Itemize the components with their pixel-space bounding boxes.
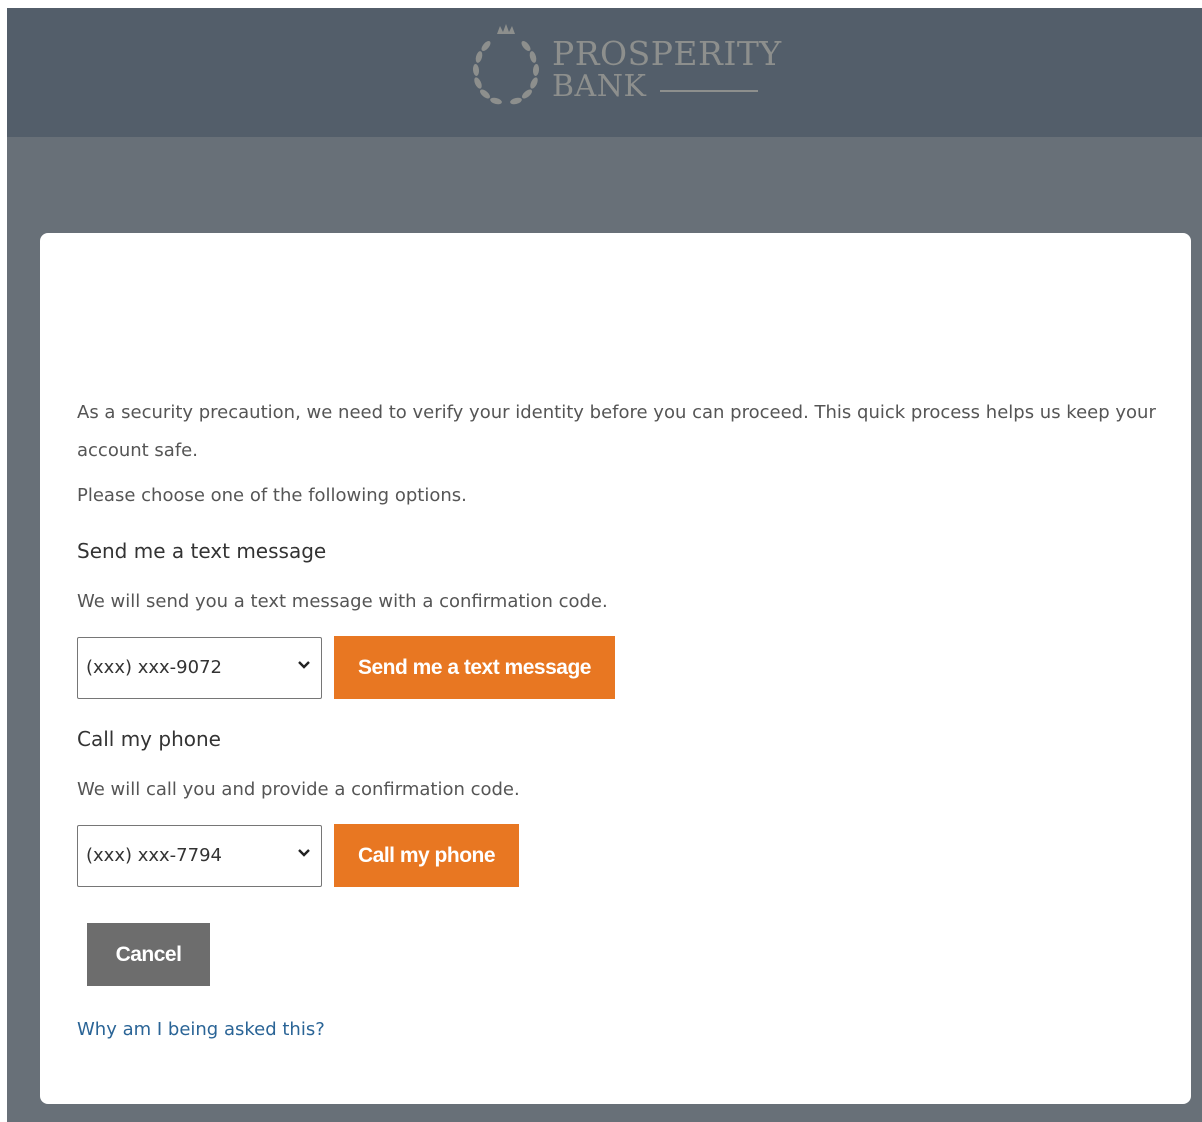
logo-rule: [660, 90, 758, 92]
call-phone-button[interactable]: Call my phone: [334, 824, 520, 887]
chevron-down-icon: [298, 849, 310, 857]
call-phone-select-value: (xxx) xxx-7794: [86, 845, 222, 866]
text-phone-select[interactable]: (xxx) xxx-9072: [77, 637, 322, 699]
laurel-wreath-crown-icon: [472, 24, 540, 105]
call-option-title: Call my phone: [77, 727, 221, 751]
call-option-description: We will call you and provide a confirmat…: [77, 779, 520, 800]
choose-instruction: Please choose one of the following optio…: [77, 485, 467, 506]
text-option-description: We will send you a text message with a c…: [77, 591, 608, 612]
logo-text-line2: BANK: [552, 69, 647, 104]
site-header: PROSPERITY BANK: [7, 8, 1202, 137]
text-option-title: Send me a text message: [77, 539, 327, 563]
why-asked-link[interactable]: Why am I being asked this?: [77, 1019, 325, 1040]
send-text-button[interactable]: Send me a text message: [334, 636, 615, 699]
cancel-button[interactable]: Cancel: [87, 923, 210, 986]
text-phone-select-value: (xxx) xxx-9072: [86, 657, 222, 678]
page-background: PROSPERITY BANK As a security precaution…: [7, 8, 1202, 1122]
chevron-down-icon: [298, 661, 310, 669]
bank-logo[interactable]: PROSPERITY BANK: [470, 24, 781, 114]
verification-card: As a security precaution, we need to ver…: [40, 233, 1191, 1104]
intro-text: As a security precaution, we need to ver…: [77, 402, 1156, 461]
call-phone-select[interactable]: (xxx) xxx-7794: [77, 825, 322, 887]
logo-text-line1: PROSPERITY: [552, 34, 782, 73]
